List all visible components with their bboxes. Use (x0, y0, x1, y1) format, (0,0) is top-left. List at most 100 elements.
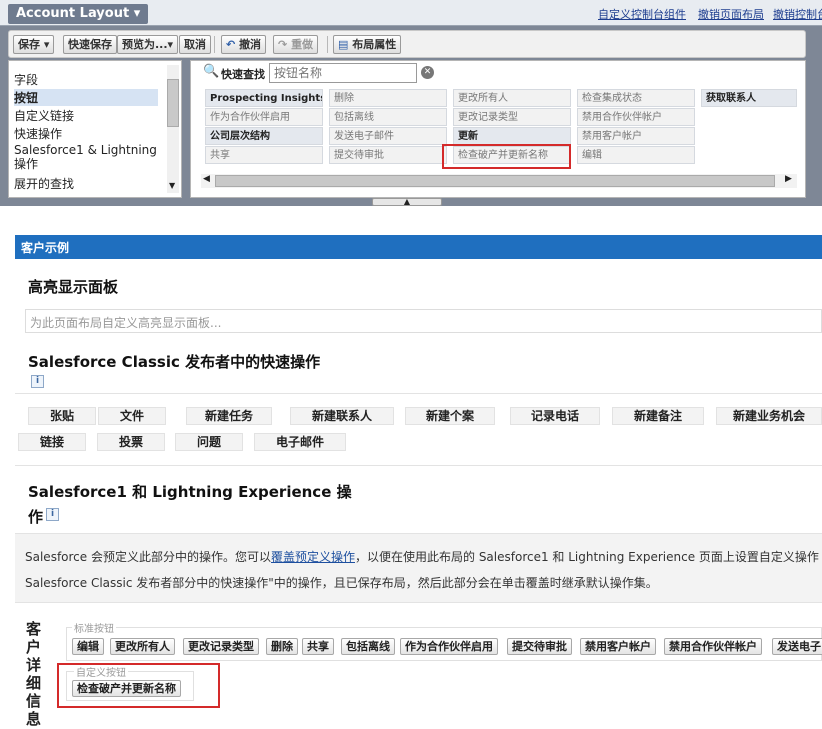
category-scrollbar[interactable]: ▼ (167, 65, 179, 193)
clear-icon[interactable]: ✕ (421, 66, 434, 79)
palette-button[interactable]: 公司层次结构 (205, 127, 323, 145)
category-item-custom-links[interactable]: 自定义链接 (14, 107, 74, 124)
undo-label: 撤消 (239, 38, 262, 51)
redo-icon: ↷ (278, 38, 288, 51)
quick-action[interactable]: 链接 (18, 433, 86, 451)
palette-button[interactable]: Prospecting Insights (205, 89, 323, 107)
quick-action[interactable]: 文件 (98, 407, 166, 425)
search-icon: 🔍 (203, 64, 220, 79)
quick-find-label: 快速查找 (221, 68, 265, 81)
cancel-button[interactable]: 取消 (179, 35, 211, 54)
quick-action[interactable]: 新建联系人 (290, 407, 394, 425)
category-item-buttons[interactable]: 按钮 (14, 89, 158, 106)
label-char: 息 (26, 710, 42, 728)
standard-button[interactable]: 发送电子 (772, 638, 822, 655)
palette-button[interactable]: 作为合作伙伴启用 (205, 108, 323, 126)
highlight-box (57, 663, 220, 708)
standard-button[interactable]: 编辑 (72, 638, 104, 655)
palette-button[interactable]: 包括离线 (329, 108, 447, 126)
category-item-quick-actions[interactable]: 快速操作 (14, 125, 62, 142)
highlights-panel-title: 高亮显示面板 (28, 278, 119, 296)
category-item-sf1-actions[interactable]: Salesforce1 & Lightning 操作 (14, 143, 162, 171)
override-actions-link[interactable]: 覆盖预定义操作 (271, 550, 355, 564)
quick-action[interactable]: 电子邮件 (254, 433, 346, 451)
chevron-right-icon[interactable]: ▶ (785, 174, 792, 184)
standard-button[interactable]: 共享 (302, 638, 334, 655)
standard-button[interactable]: 作为合作伙伴启用 (400, 638, 498, 655)
chevron-left-icon[interactable]: ◀ (203, 174, 210, 184)
sf1-description-line2: Salesforce Classic 发布者部分中的快速操作"中的操作，且已保存… (25, 576, 658, 590)
layout-editor-palette: Account Layout ▾ 自定义控制台组件 撤销页面布局 撤销控制台..… (0, 0, 822, 206)
palette-button[interactable]: 提交待审批 (329, 146, 447, 164)
quick-action[interactable]: 新建业务机会 (716, 407, 822, 425)
standard-button[interactable]: 禁用合作伙伴帐户 (664, 638, 762, 655)
palette-button[interactable]: 禁用合作伙伴帐户 (577, 108, 695, 126)
palette-button[interactable]: 更新 (453, 127, 571, 145)
quick-find-input[interactable] (269, 63, 417, 83)
standard-button[interactable]: 更改记录类型 (183, 638, 259, 655)
chevron-down-icon: ▾ (167, 38, 174, 51)
palette-button[interactable]: 更改记录类型 (453, 108, 571, 126)
info-icon[interactable]: i (46, 508, 59, 521)
category-item-expanded-lookups[interactable]: 展开的查找 (14, 175, 74, 192)
sf1-description-line1: Salesforce 会预定义此部分中的操作。您可以覆盖预定义操作，以便在使用此… (25, 548, 819, 565)
quick-action[interactable]: 新建备注 (612, 407, 704, 425)
info-icon[interactable]: i (31, 375, 44, 388)
palette-button[interactable]: 编辑 (577, 146, 695, 164)
quick-action[interactable]: 投票 (97, 433, 165, 451)
category-list: 字段 按钮 自定义链接 快速操作 Salesforce1 & Lightning… (8, 60, 182, 198)
highlights-panel-placeholder[interactable]: 为此页面布局自定义高亮显示面板... (25, 309, 822, 333)
redo-button[interactable]: ↷ 重做 (273, 35, 319, 54)
standard-button[interactable]: 禁用客户帐户 (580, 638, 656, 655)
quick-action[interactable]: 新建任务 (186, 407, 272, 425)
layout-section-header: 客户示例 (15, 235, 822, 259)
standard-button[interactable]: 提交待审批 (507, 638, 572, 655)
standard-button[interactable]: 更改所有人 (110, 638, 175, 655)
undo-button[interactable]: ↶ 撤消 (221, 35, 267, 54)
standard-buttons-legend: 标准按钮 (72, 620, 116, 635)
standard-button[interactable]: 删除 (266, 638, 298, 655)
text: Salesforce 会预定义此部分中的操作。您可以 (25, 550, 271, 564)
palette-button[interactable]: 检查集成状态 (577, 89, 695, 107)
layout-selector[interactable]: Account Layout ▾ (8, 4, 149, 24)
button-palette: 🔍 快速查找 ✕ Prospecting Insights 删除 更改所有人 检… (190, 60, 806, 198)
scroll-thumb[interactable] (215, 175, 775, 187)
preview-as-button[interactable]: 预览为...▾ (117, 35, 179, 54)
layout-properties-button[interactable]: ▤ 布局属性 (333, 35, 402, 54)
label-char: 户 (26, 638, 42, 656)
chevron-down-icon[interactable]: ▼ (169, 181, 175, 190)
classic-actions-box (15, 393, 822, 466)
quick-save-button[interactable]: 快速保存 (63, 35, 117, 54)
properties-icon: ▤ (338, 38, 349, 51)
quick-action[interactable]: 张贴 (28, 407, 96, 425)
palette-button[interactable]: 获取联系人 (701, 89, 797, 107)
category-item-fields[interactable]: 字段 (14, 71, 38, 88)
quick-action[interactable]: 新建个案 (405, 407, 495, 425)
palette-resize-handle[interactable]: ▲ (372, 198, 442, 206)
quick-action[interactable]: 记录电话 (510, 407, 600, 425)
undo-layout-link[interactable]: 撤销页面布局 (698, 6, 764, 22)
text: ，以便在使用此布局的 Salesforce1 和 Lightning Exper… (355, 550, 819, 564)
console-components-link[interactable]: 自定义控制台组件 (598, 6, 686, 22)
preview-label: 预览为... (122, 38, 168, 51)
quick-action[interactable]: 问题 (175, 433, 243, 451)
highlight-box (442, 144, 571, 169)
classic-actions-title: Salesforce Classic 发布者中的快速操作 (28, 353, 321, 371)
sf1-actions-title: Salesforce1 和 Lightning Experience 操 (28, 483, 352, 501)
palette-button[interactable]: 更改所有人 (453, 89, 571, 107)
palette-scrollbar[interactable]: ◀ ▶ (201, 174, 797, 188)
palette-button[interactable]: 发送电子邮件 (329, 127, 447, 145)
palette-button[interactable]: 删除 (329, 89, 447, 107)
undo-icon: ↶ (226, 38, 236, 51)
palette-button[interactable]: 禁用客户帐户 (577, 127, 695, 145)
sf1-actions-title-cont: 作 (28, 508, 44, 526)
scroll-thumb[interactable] (167, 79, 179, 127)
palette-button[interactable]: 共享 (205, 146, 323, 164)
detail-section-label: 客 户 详 细 信 息 (26, 620, 46, 728)
undo-console-link[interactable]: 撤销控制台... (773, 6, 822, 22)
save-button[interactable]: 保存 ▾ (13, 35, 55, 54)
redo-label: 重做 (291, 38, 314, 51)
label-char: 详 (26, 656, 42, 674)
chevron-down-icon: ▾ (43, 38, 50, 51)
standard-button[interactable]: 包括离线 (341, 638, 395, 655)
